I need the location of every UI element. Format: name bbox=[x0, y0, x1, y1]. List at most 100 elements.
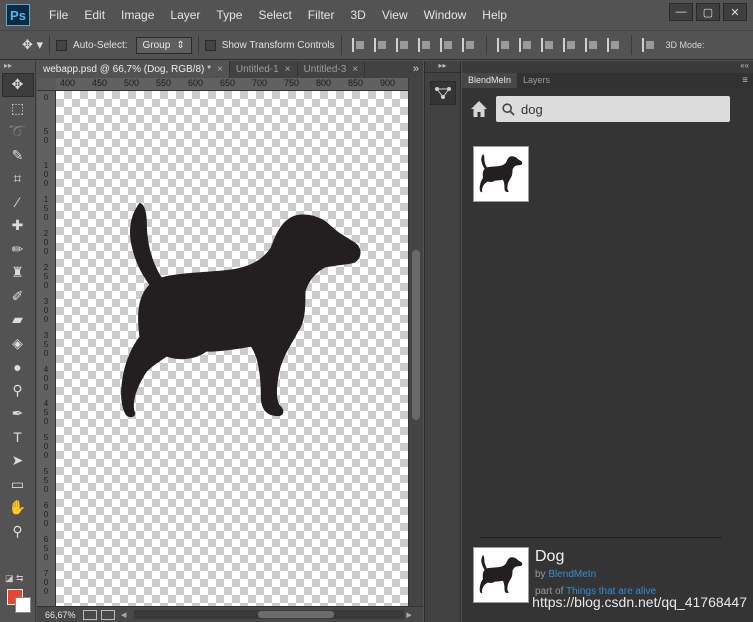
close-tab-icon[interactable]: × bbox=[285, 64, 291, 75]
auto-select-checkbox[interactable] bbox=[56, 39, 68, 51]
move-tool-preset-icon[interactable]: ✥ ▾ bbox=[22, 37, 43, 53]
align-top-icon[interactable] bbox=[351, 38, 366, 52]
type-tool-icon[interactable]: T bbox=[2, 426, 34, 450]
marquee-tool-icon[interactable]: ⬚ bbox=[2, 97, 34, 121]
ruler-tick-label: 250 bbox=[43, 263, 49, 290]
vertical-scroll-thumb[interactable] bbox=[412, 250, 420, 420]
scroll-left-icon[interactable]: ◀ bbox=[119, 611, 128, 619]
dodge-tool-icon[interactable]: ⚲ bbox=[2, 379, 34, 403]
tab-webapp[interactable]: webapp.psd @ 66,7% (Dog, RGB/8) * × bbox=[37, 61, 230, 78]
dropdown-arrow-icon: ⇕ bbox=[176, 39, 185, 51]
photoshop-logo: Ps bbox=[6, 4, 30, 26]
history-brush-tool-icon[interactable]: ✐ bbox=[2, 285, 34, 309]
dog-shape bbox=[121, 203, 361, 418]
tools-panel: ▸▸ ✥ ⬚ ➰ ✎ ⌗ ⁄ ✚ ✏ ♜ ✐ ▰ ◈ ● ⚲ ✒ T ➤ ▭ ✋… bbox=[0, 61, 36, 622]
path-selection-tool-icon[interactable]: ➤ bbox=[2, 449, 34, 473]
close-tab-icon[interactable]: × bbox=[352, 64, 358, 75]
menu-edit[interactable]: Edit bbox=[77, 0, 114, 30]
blendmein-panel-icon[interactable] bbox=[429, 81, 456, 105]
scroll-right-icon[interactable]: ▶ bbox=[404, 611, 413, 619]
search-result-dog[interactable] bbox=[473, 146, 529, 202]
status-menu-icon[interactable] bbox=[101, 609, 115, 620]
align-right-icon[interactable] bbox=[461, 38, 476, 52]
menu-window[interactable]: Window bbox=[417, 0, 476, 30]
vertical-ruler[interactable]: 0 50 100 150 200 250 300 350 400 450 500 550 600 650 7… bbox=[37, 91, 56, 606]
background-color-swatch[interactable] bbox=[15, 597, 31, 613]
auto-select-dropdown[interactable]: Group ⇕ bbox=[135, 36, 192, 54]
dock-collapse-icon[interactable]: ▸▸ bbox=[425, 61, 460, 73]
menu-select[interactable]: Select bbox=[251, 0, 300, 30]
rectangle-tool-icon[interactable]: ▭ bbox=[2, 473, 34, 497]
distribute-right-icon[interactable] bbox=[606, 38, 621, 52]
panel-collapse-icon[interactable]: «« bbox=[462, 61, 753, 73]
quick-select-tool-icon[interactable]: ✎ bbox=[2, 144, 34, 168]
ruler-tick-label: 700 bbox=[252, 78, 268, 88]
horizontal-scrollbar[interactable] bbox=[134, 610, 405, 619]
menu-filter[interactable]: Filter bbox=[301, 0, 344, 30]
align-hcenter-icon[interactable] bbox=[439, 38, 454, 52]
distribute-vcenter-icon[interactable] bbox=[518, 38, 533, 52]
home-icon[interactable] bbox=[470, 100, 488, 118]
menu-type[interactable]: Type bbox=[209, 0, 251, 30]
auto-align-icon[interactable] bbox=[641, 38, 656, 52]
minimize-button[interactable]: — bbox=[669, 3, 693, 21]
tab-label: Untitled-1 bbox=[235, 64, 279, 75]
ruler-tick-label: 200 bbox=[43, 229, 49, 256]
show-transform-checkbox[interactable] bbox=[204, 39, 216, 51]
default-colors-icon[interactable]: ◪ ⇆ bbox=[5, 573, 24, 584]
auto-select-value: Group bbox=[142, 39, 171, 51]
menu-3d[interactable]: 3D bbox=[343, 0, 374, 30]
blur-tool-icon[interactable]: ● bbox=[2, 355, 34, 379]
zoom-level[interactable]: 66,67% bbox=[37, 610, 83, 620]
close-button[interactable]: ✕ bbox=[723, 3, 747, 21]
distribute-hcenter-icon[interactable] bbox=[584, 38, 599, 52]
tab-untitled-1[interactable]: Untitled-1 × bbox=[229, 61, 298, 78]
lasso-tool-icon[interactable]: ➰ bbox=[2, 120, 34, 144]
detail-thumbnail[interactable] bbox=[473, 547, 529, 603]
search-input[interactable]: dog bbox=[496, 96, 730, 122]
ruler-tick-label: 550 bbox=[43, 467, 49, 494]
hand-tool-icon[interactable]: ✋ bbox=[2, 496, 34, 520]
paint-bucket-tool-icon[interactable]: ◈ bbox=[2, 332, 34, 356]
move-tool-icon[interactable]: ✥ bbox=[1, 73, 34, 97]
menu-layer[interactable]: Layer bbox=[163, 0, 209, 30]
tab-blendmein[interactable]: BlendMeIn bbox=[462, 73, 518, 88]
vertical-scrollbar[interactable] bbox=[408, 78, 423, 606]
ruler-tick-label: 300 bbox=[43, 297, 49, 324]
author-link[interactable]: BlendMeIn bbox=[548, 569, 596, 580]
clone-stamp-tool-icon[interactable]: ♜ bbox=[2, 261, 34, 285]
close-tab-icon[interactable]: × bbox=[217, 64, 223, 75]
by-prefix: by bbox=[535, 569, 549, 580]
pen-tool-icon[interactable]: ✒ bbox=[2, 402, 34, 426]
align-left-icon[interactable] bbox=[417, 38, 432, 52]
distribute-top-icon[interactable] bbox=[496, 38, 511, 52]
panel-menu-icon[interactable]: ≡ bbox=[742, 73, 753, 88]
align-bottom-icon[interactable] bbox=[395, 38, 410, 52]
menu-view[interactable]: View bbox=[375, 0, 417, 30]
distribute-left-icon[interactable] bbox=[562, 38, 577, 52]
ruler-tick-label: 600 bbox=[188, 78, 204, 88]
align-vcenter-icon[interactable] bbox=[373, 38, 388, 52]
brush-tool-icon[interactable]: ✏ bbox=[2, 238, 34, 262]
ruler-tick-label: 650 bbox=[43, 535, 49, 562]
ruler-origin[interactable] bbox=[37, 78, 56, 91]
healing-brush-tool-icon[interactable]: ✚ bbox=[2, 214, 34, 238]
eyedropper-tool-icon[interactable]: ⁄ bbox=[2, 191, 34, 215]
menu-file[interactable]: File bbox=[42, 0, 77, 30]
tabs-overflow-icon[interactable]: » bbox=[409, 61, 423, 78]
crop-tool-icon[interactable]: ⌗ bbox=[2, 167, 34, 191]
horizontal-scroll-thumb[interactable] bbox=[258, 611, 335, 618]
tab-layers[interactable]: Layers bbox=[517, 73, 556, 88]
tab-untitled-3[interactable]: Untitled-3 × bbox=[297, 61, 366, 78]
horizontal-ruler[interactable]: 400 450 500 550 600 650 700 750 800 850 900 bbox=[56, 78, 408, 91]
menu-help[interactable]: Help bbox=[475, 0, 516, 30]
distribute-bottom-icon[interactable] bbox=[540, 38, 555, 52]
eraser-tool-icon[interactable]: ▰ bbox=[2, 308, 34, 332]
zoom-tool-icon[interactable]: ⚲ bbox=[2, 520, 34, 544]
maximize-button[interactable]: ▢ bbox=[696, 3, 720, 21]
tools-collapse-icon[interactable]: ▸▸ bbox=[0, 61, 35, 73]
collapsed-panel-dock: ▸▸ bbox=[424, 61, 461, 622]
document-canvas[interactable] bbox=[56, 91, 408, 606]
document-info-icon[interactable] bbox=[83, 609, 97, 620]
menu-image[interactable]: Image bbox=[114, 0, 163, 30]
